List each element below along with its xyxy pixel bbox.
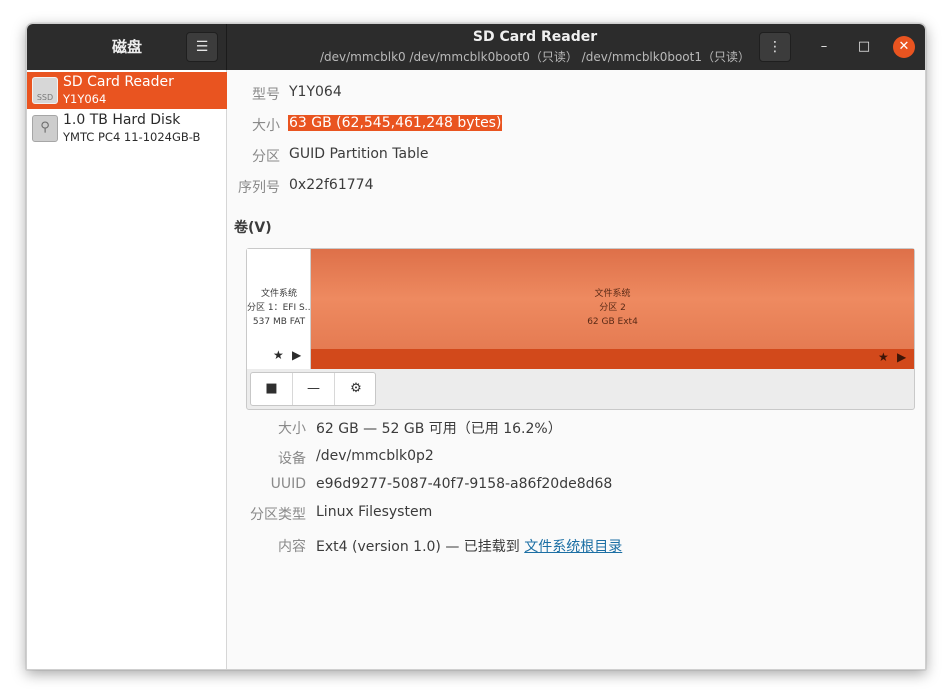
- ssd-icon-label: SSD: [36, 93, 54, 102]
- device-value: /dev/mmcblk0p2: [316, 448, 434, 464]
- uuid-value: e96d9277-5087-40f7-9158-a86f20de8d68: [316, 476, 613, 492]
- header-bar: 磁盘 ☰ SD Card Reader /dev/mmcblk0 /dev/mm…: [27, 24, 925, 70]
- unmount-button[interactable]: ■: [251, 373, 293, 405]
- drive-details-panel: 型号 Y1Y064 大小 63 GB (62,545,461,248 bytes…: [228, 70, 925, 669]
- minimize-icon: –: [820, 39, 828, 54]
- usb-drive-icon: ⚲: [32, 115, 58, 142]
- model-value: Y1Y064: [289, 84, 342, 100]
- drive-list-sidebar: SSD SD Card Reader Y1Y064 ⚲ 1.0 TB Hard …: [27, 70, 227, 669]
- device-label: 设备: [278, 451, 306, 467]
- drive-model: YMTC PC4 11-1024GB-B: [63, 130, 201, 144]
- serial-label: 序列号: [238, 180, 280, 196]
- vertical-ellipsis-icon: ⋮: [768, 39, 782, 55]
- partition-options-button[interactable]: ⚙: [335, 373, 377, 405]
- volume-map: 文件系统 分区 1：EFI S… 537 MB FAT ★ ▶ 文件系统 分区 …: [247, 249, 914, 369]
- size-label: 大小: [252, 118, 280, 134]
- contents-label: 内容: [278, 539, 306, 555]
- contents-value: Ext4 (version 1.0) — 已挂载到 文件系统根目录: [316, 536, 622, 556]
- drive-name: 1.0 TB Hard Disk: [63, 112, 181, 128]
- app-menu-button[interactable]: ☰: [186, 32, 218, 62]
- maximize-button[interactable]: □: [853, 36, 875, 58]
- partition-1-size: 537 MB FAT: [252, 317, 306, 327]
- volume-graph-frame: 文件系统 分区 1：EFI S… 537 MB FAT ★ ▶ 文件系统 分区 …: [246, 248, 915, 410]
- close-icon: ✕: [898, 39, 910, 54]
- serial-value: 0x22f61774: [289, 177, 374, 193]
- partition-2-size: 62 GB Ext4: [587, 317, 638, 327]
- partition-2-mounted-bar[interactable]: ★ ▶: [311, 349, 914, 369]
- volume-size-value: 62 GB — 52 GB 可用（已用 16.2%）: [316, 421, 562, 437]
- partition-2-block[interactable]: 文件系统 分区 2 62 GB Ext4: [311, 249, 914, 349]
- partitioning-label: 分区: [252, 149, 280, 165]
- play-icon: ▶: [897, 350, 907, 364]
- uuid-label: UUID: [270, 476, 306, 492]
- sidebar-item-sd-card-reader[interactable]: SSD SD Card Reader Y1Y064: [27, 72, 227, 109]
- partition-1-type: 文件系统: [260, 289, 297, 299]
- mount-point-link[interactable]: 文件系统根目录: [524, 539, 622, 555]
- partition-1-block[interactable]: 文件系统 分区 1：EFI S… 537 MB FAT ★ ▶: [247, 249, 311, 369]
- partitioning-value: GUID Partition Table: [289, 146, 429, 162]
- drive-menu-button[interactable]: ⋮: [759, 32, 791, 62]
- partition-1-name: 分区 1：EFI S…: [247, 303, 311, 313]
- volume-size-label: 大小: [278, 421, 306, 437]
- delete-partition-button[interactable]: —: [293, 373, 335, 405]
- star-icon: ★: [273, 348, 284, 362]
- sidebar-header: 磁盘 ☰: [27, 24, 227, 70]
- drive-model: Y1Y064: [63, 92, 107, 106]
- maximize-icon: □: [857, 39, 871, 54]
- volume-toolbar: ■ — ⚙: [250, 372, 376, 406]
- close-button[interactable]: ✕: [893, 36, 915, 58]
- size-value-selected[interactable]: 63 GB (62,545,461,248 bytes): [288, 115, 503, 131]
- partition-type-value: Linux Filesystem: [316, 504, 433, 520]
- size-value: 63 GB (62,545,461,248 bytes): [288, 115, 503, 131]
- window-title: SD Card Reader: [472, 29, 598, 45]
- drive-name: SD Card Reader: [63, 74, 174, 90]
- star-icon: ★: [878, 350, 889, 364]
- partition-2-type: 文件系统: [594, 289, 631, 299]
- ssd-icon: SSD: [32, 77, 58, 104]
- minus-icon: —: [307, 381, 320, 396]
- play-icon: ▶: [292, 348, 302, 362]
- window-subtitle: /dev/mmcblk0 /dev/mmcblk0boot0（只读） /dev/…: [319, 50, 750, 64]
- model-label: 型号: [252, 87, 280, 103]
- disks-window: 磁盘 ☰ SD Card Reader /dev/mmcblk0 /dev/mm…: [26, 23, 926, 670]
- stop-icon: ■: [265, 381, 278, 396]
- partition-2-name: 分区 2: [599, 303, 626, 313]
- sidebar-item-hard-disk[interactable]: ⚲ 1.0 TB Hard Disk YMTC PC4 11-1024GB-B: [27, 110, 227, 147]
- usb-symbol-icon: ⚲: [40, 120, 50, 135]
- partition-type-label: 分区类型: [250, 507, 306, 523]
- contents-text: Ext4 (version 1.0) — 已挂载到: [316, 539, 525, 555]
- gears-icon: ⚙: [350, 381, 362, 396]
- volumes-section-title: 卷(V): [234, 220, 272, 236]
- minimize-button[interactable]: –: [813, 36, 835, 58]
- hamburger-menu-icon: ☰: [195, 39, 209, 55]
